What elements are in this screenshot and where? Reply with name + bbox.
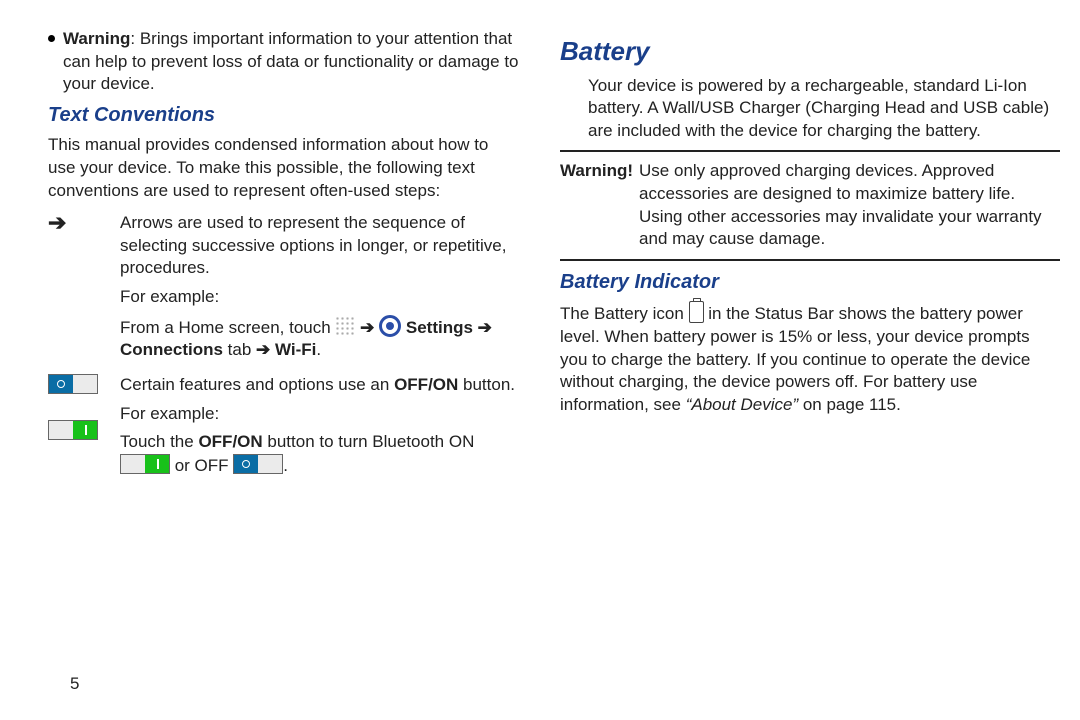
arrow-example-prefix: From a Home screen, touch bbox=[120, 318, 335, 337]
bullet-dot bbox=[48, 35, 55, 42]
arrow-inline-icon-3: ➔ bbox=[256, 340, 275, 359]
warning-text: Warning: Brings important information to… bbox=[63, 28, 520, 96]
toggle-on-icon bbox=[48, 420, 98, 440]
apps-grid-icon bbox=[335, 316, 355, 336]
arrow-icon: ➔ bbox=[48, 210, 66, 235]
warning-label: Warning bbox=[63, 29, 130, 48]
arrow-example-label: For example: bbox=[120, 286, 520, 309]
arrow-description: Arrows are used to represent the sequenc… bbox=[120, 212, 520, 280]
ending-dot: . bbox=[316, 340, 321, 359]
toggle-example-label: For example: bbox=[120, 403, 520, 426]
arrow-example-text: From a Home screen, touch ➔ Settings ➔ C… bbox=[120, 315, 520, 362]
off-on-label-1: OFF/ON bbox=[394, 375, 458, 394]
toggle-off-inline-icon bbox=[233, 454, 283, 474]
toggle-off-icon bbox=[48, 374, 98, 394]
settings-label: Settings bbox=[406, 318, 473, 337]
warning-block: Warning! Use only approved charging devi… bbox=[560, 160, 1060, 250]
settings-gear-icon bbox=[379, 315, 401, 337]
arrow-inline-icon-1: ➔ bbox=[360, 318, 379, 337]
about-device-reference: “About Device” bbox=[686, 395, 798, 414]
tab-word: tab bbox=[223, 340, 256, 359]
page-number: 5 bbox=[70, 673, 79, 696]
toggle-example-text: Touch the OFF/ON button to turn Bluetoot… bbox=[120, 431, 520, 477]
arrow-convention-row: ➔ Arrows are used to represent the seque… bbox=[20, 212, 520, 364]
connections-label: Connections bbox=[120, 340, 223, 359]
battery-indicator-paragraph: The Battery icon in the Status Bar shows… bbox=[560, 301, 1060, 416]
divider-bottom bbox=[560, 259, 1060, 261]
text-conventions-intro: This manual provides condensed informati… bbox=[20, 134, 520, 202]
off-on-label-2: OFF/ON bbox=[198, 432, 262, 451]
arrow-inline-icon-2: ➔ bbox=[478, 318, 492, 337]
battery-indicator-heading: Battery Indicator bbox=[560, 269, 1060, 296]
divider-top bbox=[560, 150, 1060, 152]
toggle-on-inline-icon bbox=[120, 454, 170, 474]
battery-paragraph: Your device is powered by a rechargeable… bbox=[560, 75, 1060, 143]
toggle-convention-row: Certain features and options use an OFF/… bbox=[20, 374, 520, 479]
wifi-label: Wi-Fi bbox=[275, 340, 316, 359]
warning-bang-label: Warning! bbox=[560, 161, 633, 180]
toggle-symbol-cell bbox=[48, 374, 108, 479]
arrow-symbol-cell: ➔ bbox=[48, 212, 108, 364]
battery-heading: Battery bbox=[560, 34, 1060, 69]
warning-body: : Brings important information to your a… bbox=[63, 29, 519, 93]
text-conventions-heading: Text Conventions bbox=[20, 102, 520, 129]
warning-body-text: Use only approved charging devices. Appr… bbox=[639, 160, 1060, 250]
toggle-description: Certain features and options use an OFF/… bbox=[120, 374, 520, 397]
battery-icon bbox=[689, 301, 704, 323]
warning-bullet: Warning: Brings important information to… bbox=[20, 28, 520, 96]
